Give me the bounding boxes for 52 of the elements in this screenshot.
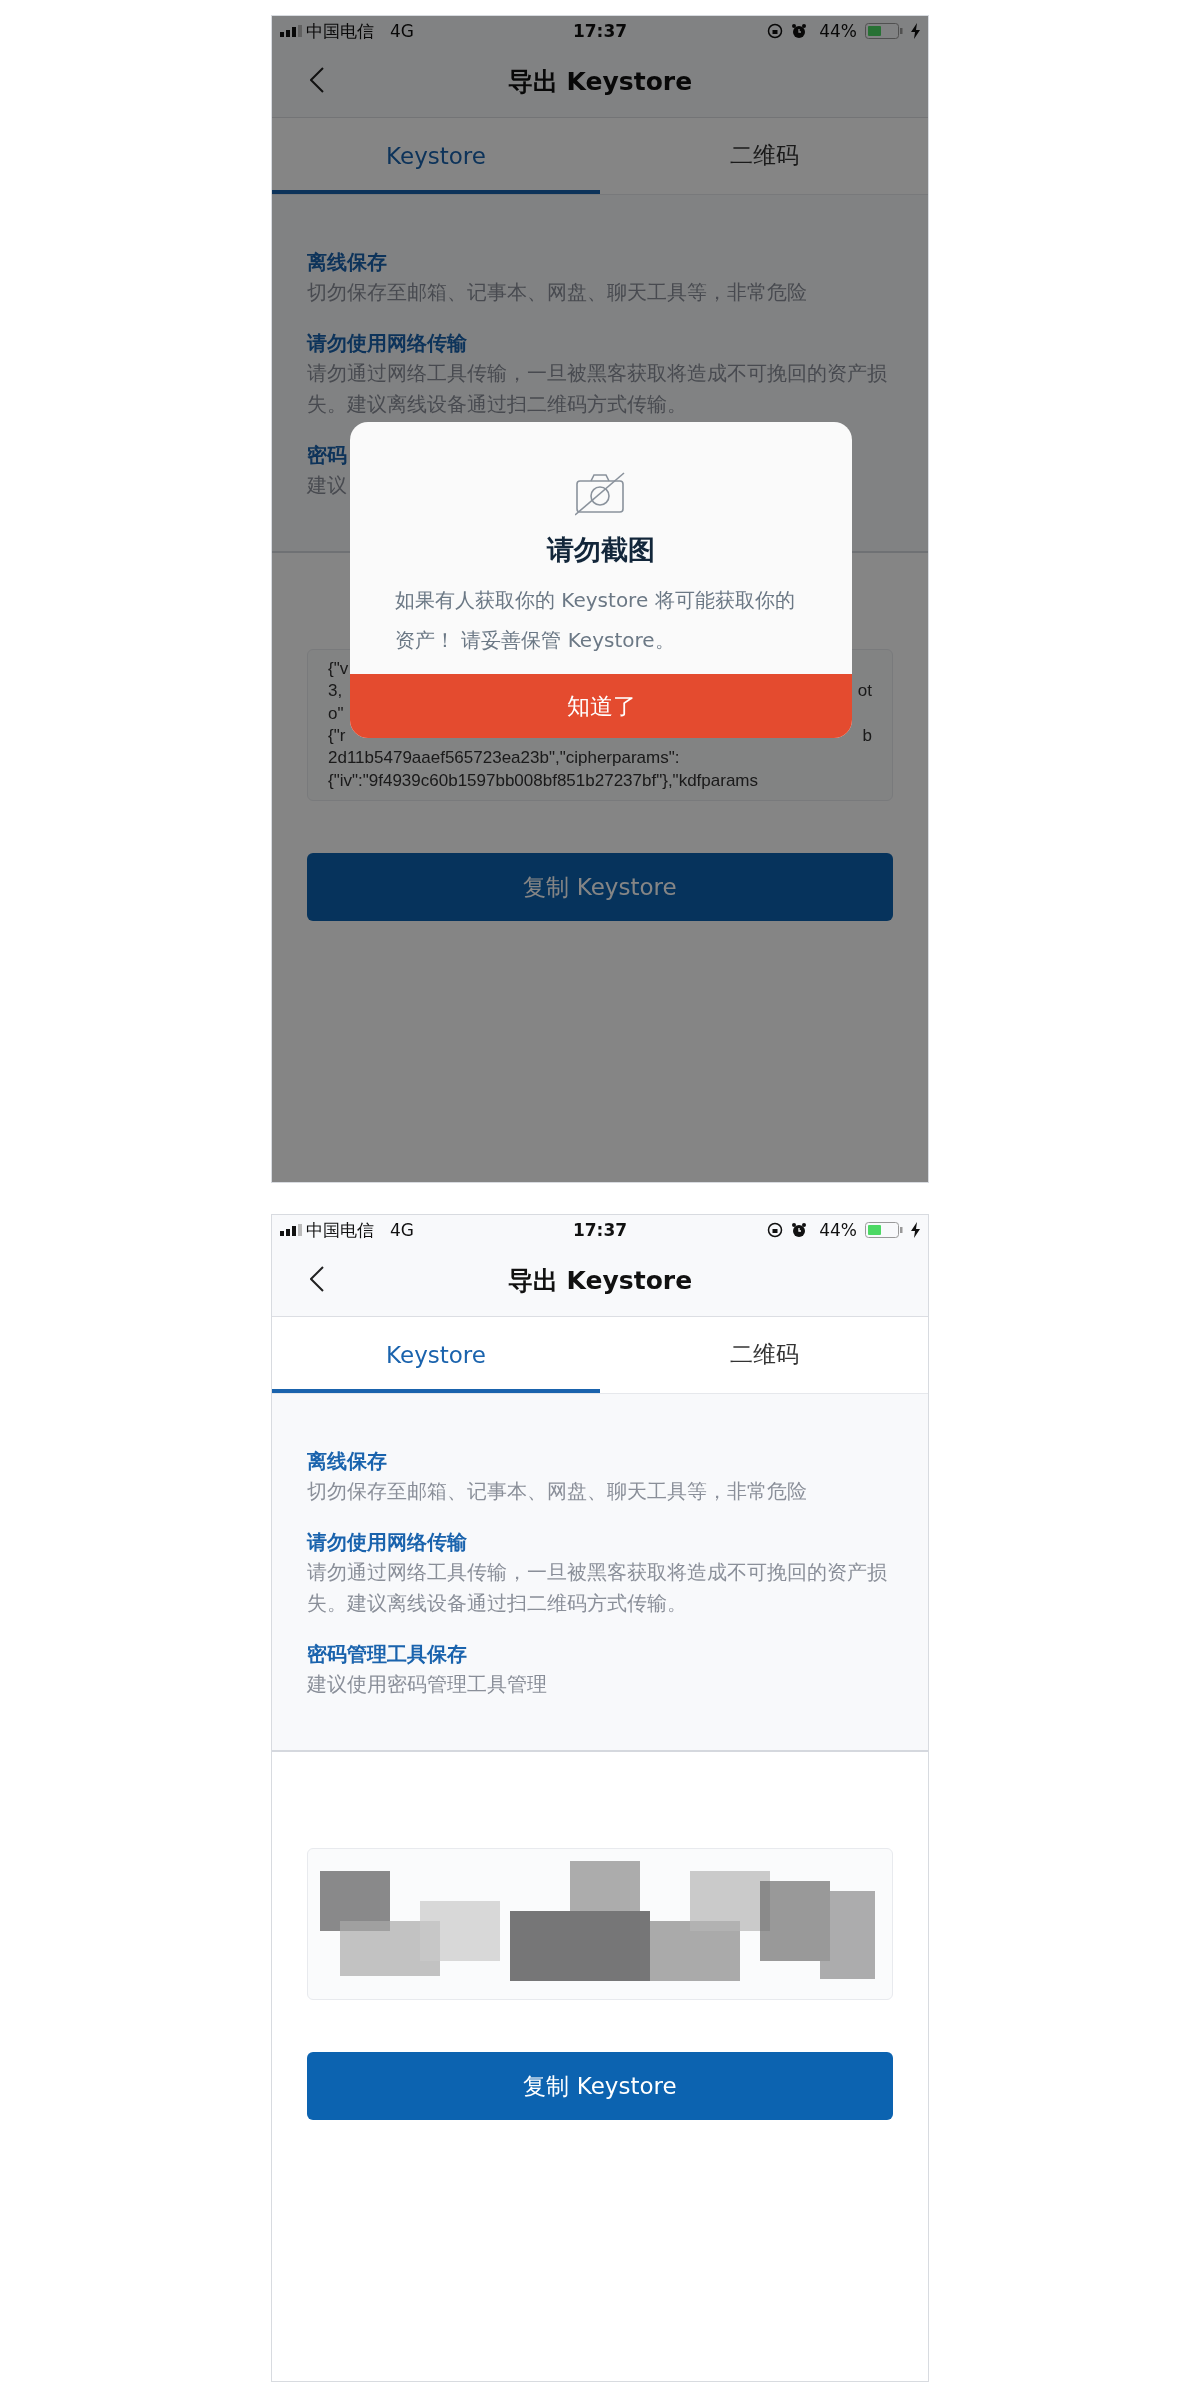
copy-keystore-button[interactable]: 复制 Keystore: [307, 853, 893, 921]
rotation-lock-icon: [767, 23, 784, 39]
network-label: 4G: [390, 1220, 414, 1240]
section-title: 密码管理工具保存: [307, 1641, 467, 1668]
keystore-text: 2d11b5479aaef565723ea23b","cipherparams":: [328, 747, 680, 770]
tab[interactable]: 二维码: [600, 118, 928, 194]
camera-off-icon: [575, 472, 627, 516]
keystore-text: b: [862, 725, 872, 747]
keystore-text: {"iv":"9f4939c60b1597bb008bf851b27237bf"},"kdfparams: [328, 769, 758, 792]
carrier-label: 中国电信: [306, 1218, 374, 1242]
carrier-label: 中国电信: [306, 19, 374, 43]
section-title: 密码: [307, 442, 347, 469]
section-title: 请勿使用网络传输: [307, 330, 467, 357]
section-text: 切勿保存至邮箱、记事本、网盘、聊天工具等，非常危险: [307, 279, 807, 306]
acknowledge-button[interactable]: 知道了: [350, 674, 852, 738]
tab[interactable]: Keystore: [272, 118, 600, 194]
section-text: 切勿保存至邮箱、记事本、网盘、聊天工具等，非常危险: [307, 1478, 807, 1505]
dialog-message: 如果有人获取你的 Keystore 将可能获取你的资产！ 请妥善保管 Keystore。: [395, 587, 796, 654]
tab[interactable]: 二维码: [600, 1317, 928, 1393]
back-chevron-icon: [310, 67, 324, 93]
signal-icon: [280, 25, 302, 37]
section-title: 离线保存: [307, 1448, 387, 1475]
battery-icon: [865, 23, 903, 39]
dialog-title: 请勿截图: [547, 533, 655, 567]
section-title: 离线保存: [307, 249, 387, 276]
keystore-text: ot: [857, 680, 872, 703]
page-title: 导出 Keystore: [507, 1265, 693, 1297]
tab[interactable]: Keystore: [272, 1317, 600, 1393]
section-text: 建议: [307, 472, 347, 499]
alarm-icon: [791, 23, 808, 39]
page-title: 导出 Keystore: [507, 66, 693, 98]
alarm-icon: [791, 1222, 808, 1238]
copy-keystore-button[interactable]: 复制 Keystore: [307, 2052, 893, 2120]
signal-icon: [280, 1224, 302, 1236]
section-text: 请勿通过网络工具传输，一旦被黑客获取将造成不可挽回的资产损失。建议离线设备通过扫二维码方式传输。: [307, 1559, 888, 1617]
keystore-text: 3,: [328, 680, 343, 703]
network-label: 4G: [390, 21, 414, 41]
keystore-text: o": [328, 702, 344, 725]
charging-bolt-icon: [911, 23, 920, 39]
rotation-lock-icon: [767, 1222, 784, 1238]
keystore-text: {"v: [328, 658, 349, 680]
battery-icon: [865, 1222, 903, 1238]
keystore-text: {"r: [328, 725, 346, 747]
section-title: 请勿使用网络传输: [307, 1529, 467, 1556]
charging-bolt-icon: [911, 1222, 920, 1238]
battery-percent: 44%: [819, 21, 857, 41]
back-chevron-icon: [310, 1266, 324, 1292]
battery-percent: 44%: [819, 1220, 857, 1240]
status-time: 17:37: [572, 21, 628, 41]
section-text: 建议使用密码管理工具管理: [307, 1671, 547, 1698]
section-text: 请勿通过网络工具传输，一旦被黑客获取将造成不可挽回的资产损失。建议离线设备通过扫二维码方式传输。: [307, 360, 888, 418]
status-time: 17:37: [572, 1220, 628, 1240]
